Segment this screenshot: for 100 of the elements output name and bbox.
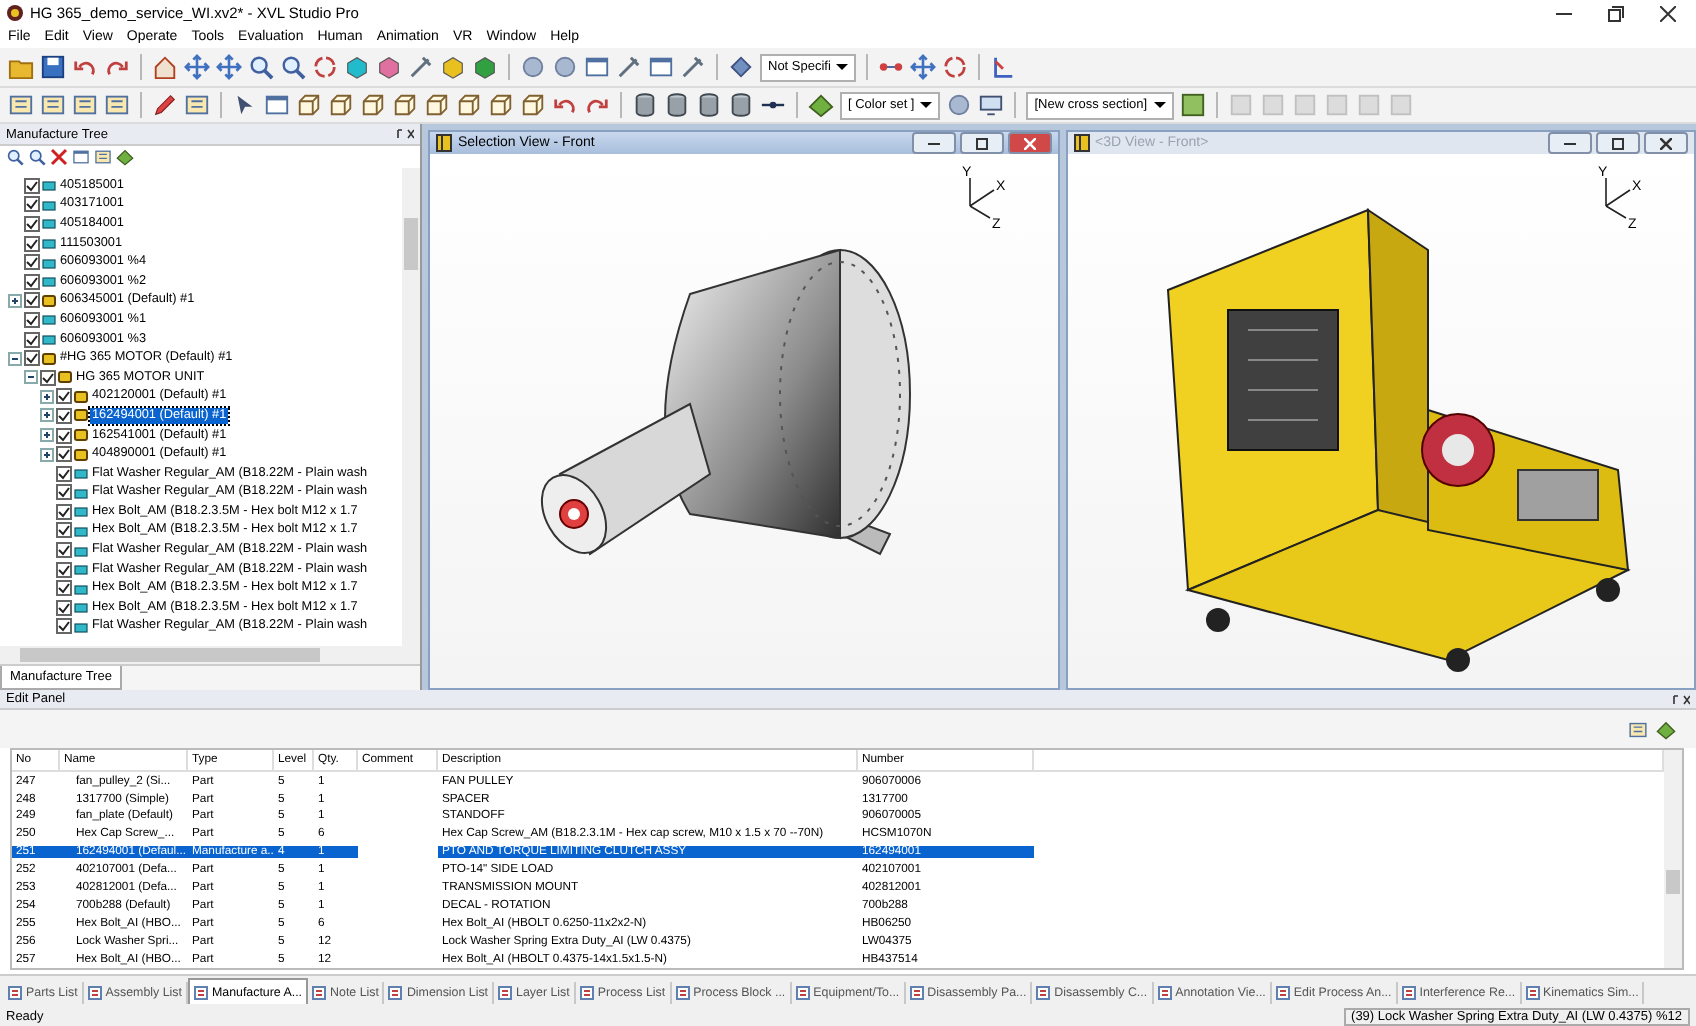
checkbox[interactable] (56, 542, 72, 559)
expand-icon[interactable] (40, 389, 54, 404)
checkbox[interactable] (24, 215, 40, 232)
magnifier-icon[interactable] (6, 148, 24, 166)
block-icon[interactable] (440, 54, 466, 80)
maximize-button[interactable] (959, 132, 1003, 154)
checkbox[interactable] (24, 177, 40, 194)
checkbox[interactable] (56, 599, 72, 616)
minimize-button[interactable] (1548, 132, 1592, 154)
checkbox[interactable] (24, 273, 40, 290)
monitor-icon[interactable] (978, 92, 1005, 118)
pencil-icon[interactable] (152, 92, 178, 118)
cylinder-icon[interactable] (696, 92, 722, 118)
pointer-icon[interactable] (232, 92, 258, 118)
window-icon[interactable] (72, 148, 90, 166)
expand-icon[interactable] (8, 293, 22, 308)
close-icon (1660, 137, 1672, 149)
horizontal-scrollbar[interactable] (0, 646, 420, 664)
block-icon[interactable] (472, 54, 498, 80)
close-button[interactable] (1644, 132, 1688, 154)
cube-icon[interactable] (520, 92, 546, 118)
expand-icon[interactable] (40, 447, 54, 462)
circular-arrows-icon[interactable] (942, 54, 969, 80)
expand-icon[interactable] (40, 428, 54, 443)
checkbox[interactable] (56, 427, 72, 444)
cube-icon[interactable] (488, 92, 514, 118)
panel-icon[interactable] (8, 92, 34, 118)
panel-icon[interactable] (184, 92, 210, 118)
window-icon[interactable] (264, 92, 290, 118)
panel-icon[interactable] (94, 148, 112, 166)
sphere-icon[interactable] (552, 54, 578, 80)
collapse-icon[interactable] (8, 351, 22, 366)
checkbox[interactable] (24, 254, 40, 271)
restore-icon[interactable] (1608, 5, 1624, 21)
checkbox[interactable] (56, 484, 72, 501)
checkbox[interactable] (56, 388, 72, 405)
block-icon[interactable] (376, 54, 402, 80)
tool-icon[interactable] (408, 54, 434, 80)
vertical-scrollbar[interactable] (402, 168, 420, 646)
cylinder-icon[interactable] (632, 92, 658, 118)
checkbox[interactable] (24, 235, 40, 252)
list-icon (675, 986, 690, 1000)
tiles-icon[interactable] (808, 92, 834, 118)
cube-icon[interactable] (328, 92, 354, 118)
cylinder-icon[interactable] (728, 92, 754, 118)
pin-close-icon[interactable] (1672, 693, 1690, 706)
magnifier-icon[interactable] (248, 54, 274, 80)
sphere-icon[interactable] (520, 54, 546, 80)
pin-close-icon[interactable] (396, 128, 414, 140)
checkbox[interactable] (24, 350, 40, 367)
panel-icon[interactable] (72, 92, 98, 118)
checkbox[interactable] (56, 446, 72, 463)
panel-icon[interactable] (104, 92, 130, 118)
checkbox[interactable] (56, 522, 72, 539)
checkbox[interactable] (24, 311, 40, 328)
four-arrows-icon[interactable] (910, 54, 937, 80)
window-icon[interactable] (584, 54, 610, 80)
close-icon[interactable] (1660, 5, 1676, 21)
checkbox[interactable] (56, 503, 72, 520)
bent-arrow-icon[interactable] (990, 54, 1017, 80)
sphere-icon[interactable] (946, 92, 973, 118)
panel-icon[interactable] (1628, 719, 1648, 740)
cube-icon[interactable] (296, 92, 322, 118)
checkbox[interactable] (56, 465, 72, 482)
tiles-icon[interactable] (1656, 719, 1676, 740)
checkbox[interactable] (24, 331, 40, 348)
checkbox[interactable] (24, 196, 40, 213)
collapse-icon[interactable] (24, 370, 38, 385)
cube-icon[interactable] (392, 92, 418, 118)
checkbox[interactable] (40, 369, 56, 386)
expand-icon[interactable] (40, 408, 54, 423)
magnifier-icon[interactable] (28, 148, 46, 166)
checkbox[interactable] (56, 618, 72, 635)
cylinder-icon[interactable] (664, 92, 690, 118)
checkbox[interactable] (56, 580, 72, 597)
minimize-button[interactable] (911, 132, 955, 154)
cube-icon[interactable] (360, 92, 386, 118)
magnifier-icon[interactable] (280, 54, 306, 80)
list-icon (909, 986, 924, 1000)
delete-icon[interactable] (50, 148, 68, 166)
cube-icon[interactable] (424, 92, 450, 118)
four-arrows-icon[interactable] (216, 54, 242, 80)
cube-icon[interactable] (456, 92, 482, 118)
panel-icon[interactable] (40, 92, 66, 118)
four-arrows-icon[interactable] (184, 54, 210, 80)
checkbox[interactable] (56, 561, 72, 578)
tool-icon[interactable] (616, 54, 642, 80)
block-icon[interactable] (344, 54, 370, 80)
checkbox[interactable] (24, 292, 40, 309)
maximize-button[interactable] (1596, 132, 1640, 154)
window-icon[interactable] (648, 54, 674, 80)
checkbox[interactable] (56, 407, 72, 424)
paint-bucket-icon[interactable] (728, 54, 754, 80)
vertical-scrollbar[interactable] (1664, 750, 1682, 968)
tool-icon[interactable] (680, 54, 706, 80)
house-icon[interactable] (152, 54, 178, 80)
app-icon (6, 4, 24, 22)
list-icon (312, 986, 327, 1000)
map-icon[interactable] (1179, 92, 1206, 118)
circular-arrows-icon[interactable] (312, 54, 338, 80)
